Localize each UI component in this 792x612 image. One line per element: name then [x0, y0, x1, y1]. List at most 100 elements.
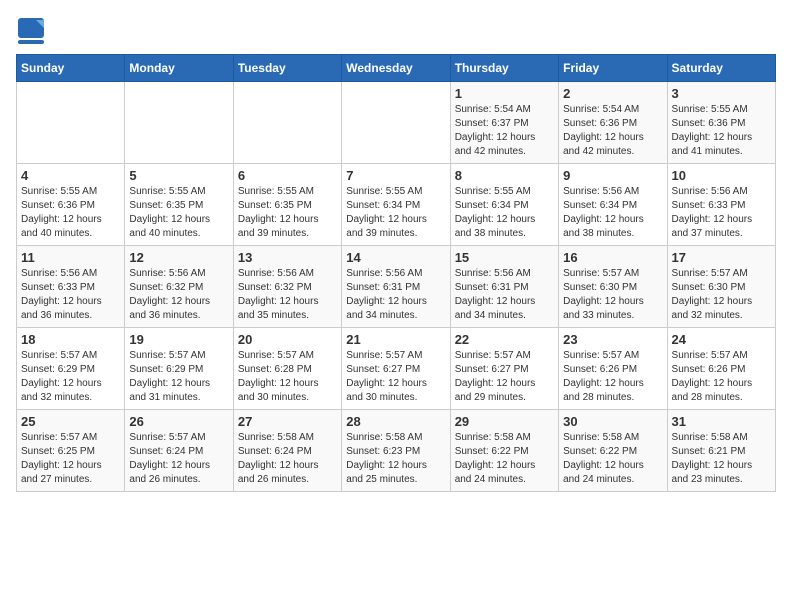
header-monday: Monday: [125, 55, 233, 82]
calendar-week-4: 18Sunrise: 5:57 AM Sunset: 6:29 PM Dayli…: [17, 328, 776, 410]
day-number: 9: [563, 168, 662, 183]
calendar-cell: 18Sunrise: 5:57 AM Sunset: 6:29 PM Dayli…: [17, 328, 125, 410]
day-info: Sunrise: 5:55 AM Sunset: 6:34 PM Dayligh…: [346, 185, 445, 241]
calendar-table: SundayMondayTuesdayWednesdayThursdayFrid…: [16, 54, 776, 492]
day-number: 17: [672, 250, 771, 265]
calendar-cell: [17, 82, 125, 164]
calendar-cell: 10Sunrise: 5:56 AM Sunset: 6:33 PM Dayli…: [667, 164, 775, 246]
calendar-cell: 19Sunrise: 5:57 AM Sunset: 6:29 PM Dayli…: [125, 328, 233, 410]
day-number: 19: [129, 332, 228, 347]
day-info: Sunrise: 5:54 AM Sunset: 6:36 PM Dayligh…: [563, 103, 662, 159]
day-info: Sunrise: 5:56 AM Sunset: 6:33 PM Dayligh…: [21, 267, 120, 323]
day-info: Sunrise: 5:58 AM Sunset: 6:23 PM Dayligh…: [346, 431, 445, 487]
day-number: 2: [563, 86, 662, 101]
calendar-week-5: 25 Sunrise: 5:57 AM Sunset: 6:25 PM Dayli…: [17, 410, 776, 492]
calendar-cell: 27 Sunrise: 5:58 AM Sunset: 6:24 PM Dayli…: [233, 410, 341, 492]
calendar-cell: 17 Sunrise: 5:57 AM Sunset: 6:30 PM Dayli…: [667, 246, 775, 328]
day-info: Sunrise: 5:55 AM Sunset: 6:34 PM Dayligh…: [455, 185, 554, 241]
calendar-cell: 7 Sunrise: 5:55 AM Sunset: 6:34 PM Daylig…: [342, 164, 450, 246]
day-number: 3: [672, 86, 771, 101]
day-number: 31: [672, 414, 771, 429]
day-info: Sunrise: 5:58 AM Sunset: 6:22 PM Dayligh…: [455, 431, 554, 487]
calendar-cell: 8 Sunrise: 5:55 AM Sunset: 6:34 PM Daylig…: [450, 164, 558, 246]
day-number: 8: [455, 168, 554, 183]
day-info: Sunrise: 5:57 AM Sunset: 6:27 PM Dayligh…: [455, 349, 554, 405]
day-number: 26: [129, 414, 228, 429]
day-number: 13: [238, 250, 337, 265]
calendar-cell: 4 Sunrise: 5:55 AM Sunset: 6:36 PM Daylig…: [17, 164, 125, 246]
logo: [16, 16, 50, 46]
day-info: Sunrise: 5:57 AM Sunset: 6:25 PM Dayligh…: [21, 431, 120, 487]
day-number: 4: [21, 168, 120, 183]
day-info: Sunrise: 5:57 AM Sunset: 6:30 PM Dayligh…: [672, 267, 771, 323]
calendar-cell: 16 Sunrise: 5:57 AM Sunset: 6:30 PM Dayli…: [559, 246, 667, 328]
day-number: 22: [455, 332, 554, 347]
calendar-cell: 14 Sunrise: 5:56 AM Sunset: 6:31 PM Dayli…: [342, 246, 450, 328]
day-info: Sunrise: 5:56 AM Sunset: 6:32 PM Dayligh…: [238, 267, 337, 323]
day-number: 5: [129, 168, 228, 183]
calendar-cell: 9 Sunrise: 5:56 AM Sunset: 6:34 PM Daylig…: [559, 164, 667, 246]
day-info: Sunrise: 5:58 AM Sunset: 6:24 PM Dayligh…: [238, 431, 337, 487]
day-info: Sunrise: 5:57 AM Sunset: 6:26 PM Dayligh…: [672, 349, 771, 405]
calendar-week-1: 1Sunrise: 5:54 AM Sunset: 6:37 PM Daylig…: [17, 82, 776, 164]
calendar-cell: 21 Sunrise: 5:57 AM Sunset: 6:27 PM Dayli…: [342, 328, 450, 410]
day-info: Sunrise: 5:55 AM Sunset: 6:36 PM Dayligh…: [21, 185, 120, 241]
calendar-cell: 2 Sunrise: 5:54 AM Sunset: 6:36 PM Daylig…: [559, 82, 667, 164]
day-info: Sunrise: 5:57 AM Sunset: 6:24 PM Dayligh…: [129, 431, 228, 487]
calendar-cell: 25 Sunrise: 5:57 AM Sunset: 6:25 PM Dayli…: [17, 410, 125, 492]
logo-icon: [16, 16, 46, 46]
calendar-week-2: 4 Sunrise: 5:55 AM Sunset: 6:36 PM Daylig…: [17, 164, 776, 246]
day-info: Sunrise: 5:57 AM Sunset: 6:26 PM Dayligh…: [563, 349, 662, 405]
calendar-cell: [342, 82, 450, 164]
header-friday: Friday: [559, 55, 667, 82]
day-info: Sunrise: 5:57 AM Sunset: 6:30 PM Dayligh…: [563, 267, 662, 323]
page-header: [16, 16, 776, 46]
calendar-cell: [233, 82, 341, 164]
day-number: 11: [21, 250, 120, 265]
calendar-cell: [125, 82, 233, 164]
day-number: 15: [455, 250, 554, 265]
calendar-cell: 26 Sunrise: 5:57 AM Sunset: 6:24 PM Dayli…: [125, 410, 233, 492]
day-info: Sunrise: 5:56 AM Sunset: 6:31 PM Dayligh…: [455, 267, 554, 323]
header-tuesday: Tuesday: [233, 55, 341, 82]
day-number: 7: [346, 168, 445, 183]
day-info: Sunrise: 5:58 AM Sunset: 6:22 PM Dayligh…: [563, 431, 662, 487]
day-info: Sunrise: 5:57 AM Sunset: 6:27 PM Dayligh…: [346, 349, 445, 405]
day-number: 29: [455, 414, 554, 429]
day-number: 10: [672, 168, 771, 183]
day-number: 1: [455, 86, 554, 101]
day-info: Sunrise: 5:57 AM Sunset: 6:29 PM Dayligh…: [21, 349, 120, 405]
day-info: Sunrise: 5:56 AM Sunset: 6:34 PM Dayligh…: [563, 185, 662, 241]
calendar-cell: 28 Sunrise: 5:58 AM Sunset: 6:23 PM Dayli…: [342, 410, 450, 492]
calendar-cell: 22 Sunrise: 5:57 AM Sunset: 6:27 PM Dayli…: [450, 328, 558, 410]
day-info: Sunrise: 5:55 AM Sunset: 6:35 PM Dayligh…: [129, 185, 228, 241]
day-number: 14: [346, 250, 445, 265]
header-saturday: Saturday: [667, 55, 775, 82]
day-info: Sunrise: 5:58 AM Sunset: 6:21 PM Dayligh…: [672, 431, 771, 487]
calendar-cell: 30 Sunrise: 5:58 AM Sunset: 6:22 PM Dayli…: [559, 410, 667, 492]
calendar-cell: 6 Sunrise: 5:55 AM Sunset: 6:35 PM Daylig…: [233, 164, 341, 246]
calendar-cell: 31 Sunrise: 5:58 AM Sunset: 6:21 PM Dayli…: [667, 410, 775, 492]
calendar-cell: 1Sunrise: 5:54 AM Sunset: 6:37 PM Daylig…: [450, 82, 558, 164]
calendar-cell: 24Sunrise: 5:57 AM Sunset: 6:26 PM Dayli…: [667, 328, 775, 410]
calendar-cell: 12Sunrise: 5:56 AM Sunset: 6:32 PM Dayli…: [125, 246, 233, 328]
day-info: Sunrise: 5:55 AM Sunset: 6:35 PM Dayligh…: [238, 185, 337, 241]
day-number: 28: [346, 414, 445, 429]
calendar-cell: 20 Sunrise: 5:57 AM Sunset: 6:28 PM Dayli…: [233, 328, 341, 410]
day-info: Sunrise: 5:56 AM Sunset: 6:31 PM Dayligh…: [346, 267, 445, 323]
header-sunday: Sunday: [17, 55, 125, 82]
header-wednesday: Wednesday: [342, 55, 450, 82]
calendar-header-row: SundayMondayTuesdayWednesdayThursdayFrid…: [17, 55, 776, 82]
day-number: 30: [563, 414, 662, 429]
day-number: 27: [238, 414, 337, 429]
day-number: 21: [346, 332, 445, 347]
day-number: 6: [238, 168, 337, 183]
calendar-cell: 13 Sunrise: 5:56 AM Sunset: 6:32 PM Dayli…: [233, 246, 341, 328]
day-number: 16: [563, 250, 662, 265]
day-number: 20: [238, 332, 337, 347]
day-number: 25: [21, 414, 120, 429]
calendar-cell: 15 Sunrise: 5:56 AM Sunset: 6:31 PM Dayli…: [450, 246, 558, 328]
header-thursday: Thursday: [450, 55, 558, 82]
day-info: Sunrise: 5:57 AM Sunset: 6:28 PM Dayligh…: [238, 349, 337, 405]
day-number: 23: [563, 332, 662, 347]
